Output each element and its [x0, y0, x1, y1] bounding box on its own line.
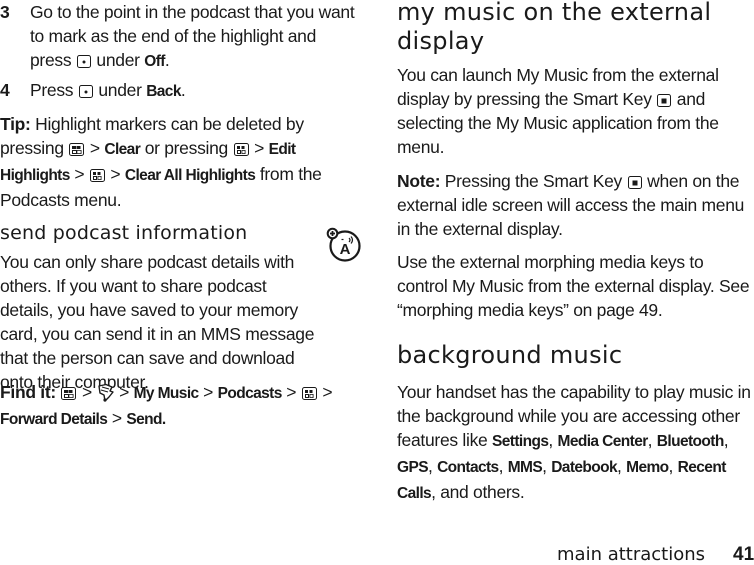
feature-settings: Settings — [492, 433, 549, 450]
smart-key-icon — [657, 94, 672, 107]
send-podcast-body: You can only share podcast details with … — [0, 252, 315, 392]
svg-text:A: A — [340, 241, 351, 258]
step-text: Press under Back. — [30, 78, 360, 104]
separator: > — [322, 382, 333, 402]
path-podcasts: Podcasts — [217, 385, 283, 402]
step-number: 3 — [0, 2, 10, 22]
softkey-label-off: Off — [144, 53, 165, 70]
step-number: 4 — [0, 80, 10, 100]
note-label: Note: — [397, 171, 441, 191]
menu-label-clear: Clear — [104, 141, 141, 158]
menu-key-icon — [301, 387, 317, 400]
step-text: Go to the point in the podcast that you … — [30, 0, 360, 74]
step-text-mid: under — [96, 50, 140, 70]
center-key-icon — [76, 55, 91, 68]
page-number: 41 — [733, 544, 754, 565]
separator: > — [110, 164, 121, 184]
network-feature-icon: A — [326, 227, 361, 262]
note-text: Pressing the Smart Key — [444, 171, 623, 191]
feature-media-center: Media Center — [557, 433, 649, 450]
feature-memo: Memo — [626, 459, 669, 476]
center-key-icon — [78, 85, 93, 98]
tip-label: Tip: — [0, 114, 31, 134]
separator: > — [119, 382, 130, 402]
menu-label-clear-all-highlights: Clear All Highlights — [124, 167, 256, 184]
punct: . — [161, 411, 166, 428]
menu-key-icon — [233, 143, 249, 156]
tip-paragraph: Tip: Highlight markers can be deleted by… — [0, 112, 358, 212]
title-line: display — [397, 27, 485, 55]
find-it-label: Find it: — [0, 382, 56, 402]
softkey-label-back: Back — [146, 83, 181, 100]
footer-section-name: main attractions — [557, 544, 706, 565]
find-it-path: Find it: > > My Music > Podcasts > > For… — [0, 380, 358, 432]
separator: > — [203, 382, 214, 402]
path-send: Send — [126, 411, 162, 428]
tip-text: or pressing — [144, 138, 229, 158]
menu-key-icon — [61, 387, 77, 400]
external-display-paragraph: You can launch My Music from the externa… — [397, 63, 754, 159]
feature-datebook: Datebook — [551, 459, 618, 476]
feature-gps: GPS — [397, 459, 429, 476]
section-title-send-podcast: send podcast information — [0, 222, 248, 244]
smart-key-icon — [627, 176, 642, 189]
path-my-music: My Music — [133, 385, 200, 402]
menu-key-icon — [69, 143, 85, 156]
music-app-icon — [97, 383, 114, 402]
step-text-mid: under — [98, 80, 142, 100]
separator: > — [82, 382, 92, 402]
separator: > — [111, 408, 122, 428]
feature-contacts: Contacts — [437, 459, 499, 476]
separator: > — [254, 138, 265, 158]
feature-mms: MMS — [507, 459, 543, 476]
separator: > — [89, 138, 100, 158]
path-forward-details: Forward Details — [0, 411, 108, 428]
separator: > — [74, 164, 85, 184]
background-music-paragraph: Your handset has the capability to play … — [397, 382, 751, 502]
section-title-external-display: my music on the external display — [397, 0, 754, 56]
separator: > — [286, 382, 297, 402]
paragraph-text: and others. — [440, 482, 525, 502]
menu-key-icon — [89, 169, 105, 182]
note-paragraph: Note: Pressing the Smart Key when on the… — [397, 169, 754, 241]
punct: . — [164, 50, 170, 70]
step-text-before: Press — [30, 80, 74, 100]
media-keys-paragraph: Use the external morphing media keys to … — [397, 252, 750, 320]
punct: . — [180, 80, 186, 100]
title-line: my music on the external — [397, 0, 712, 26]
section-title-background-music: background music — [397, 341, 623, 369]
feature-bluetooth: Bluetooth — [656, 433, 725, 450]
